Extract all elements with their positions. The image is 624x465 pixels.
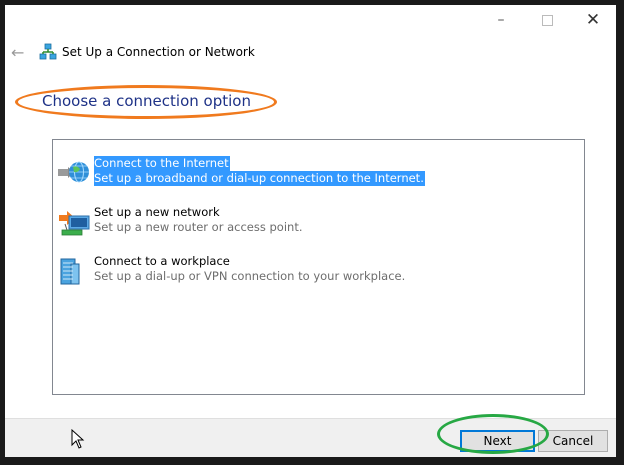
option-description: Set up a broadband or dial-up connection… — [94, 171, 425, 186]
globe-icon — [58, 161, 89, 183]
option-title: Connect to the Internet — [94, 156, 230, 171]
option-new-network[interactable]: Set up a new network Set up a new router… — [57, 205, 577, 239]
cancel-button[interactable]: Cancel — [538, 430, 608, 452]
network-setup-icon — [39, 43, 57, 60]
option-description: Set up a dial-up or VPN connection to yo… — [94, 269, 406, 283]
setup-connection-window: – ✕ ← Set Up a Connection or Network Cho… — [5, 5, 616, 457]
close-icon[interactable]: ✕ — [570, 5, 616, 35]
connection-options-list: Connect to the Internet Set up a broadba… — [52, 139, 585, 395]
window-title: Set Up a Connection or Network — [62, 45, 255, 59]
dialog-footer: Next Cancel — [5, 418, 616, 457]
page-heading: Choose a connection option — [42, 92, 251, 110]
option-title: Set up a new network — [94, 205, 220, 219]
back-arrow-icon[interactable]: ← — [11, 43, 24, 62]
next-button[interactable]: Next — [460, 430, 535, 452]
mouse-cursor-icon — [71, 429, 85, 449]
minimize-icon[interactable]: – — [478, 5, 524, 35]
option-connect-workplace[interactable]: Connect to a workplace Set up a dial-up … — [57, 254, 577, 288]
option-connect-internet[interactable]: Connect to the Internet Set up a broadba… — [57, 156, 577, 190]
router-icon — [59, 211, 90, 236]
window-controls: – ✕ — [478, 5, 616, 35]
option-description: Set up a new router or access point. — [94, 220, 303, 234]
maximize-icon[interactable] — [524, 5, 570, 35]
workplace-icon — [60, 258, 80, 285]
option-title: Connect to a workplace — [94, 254, 230, 268]
